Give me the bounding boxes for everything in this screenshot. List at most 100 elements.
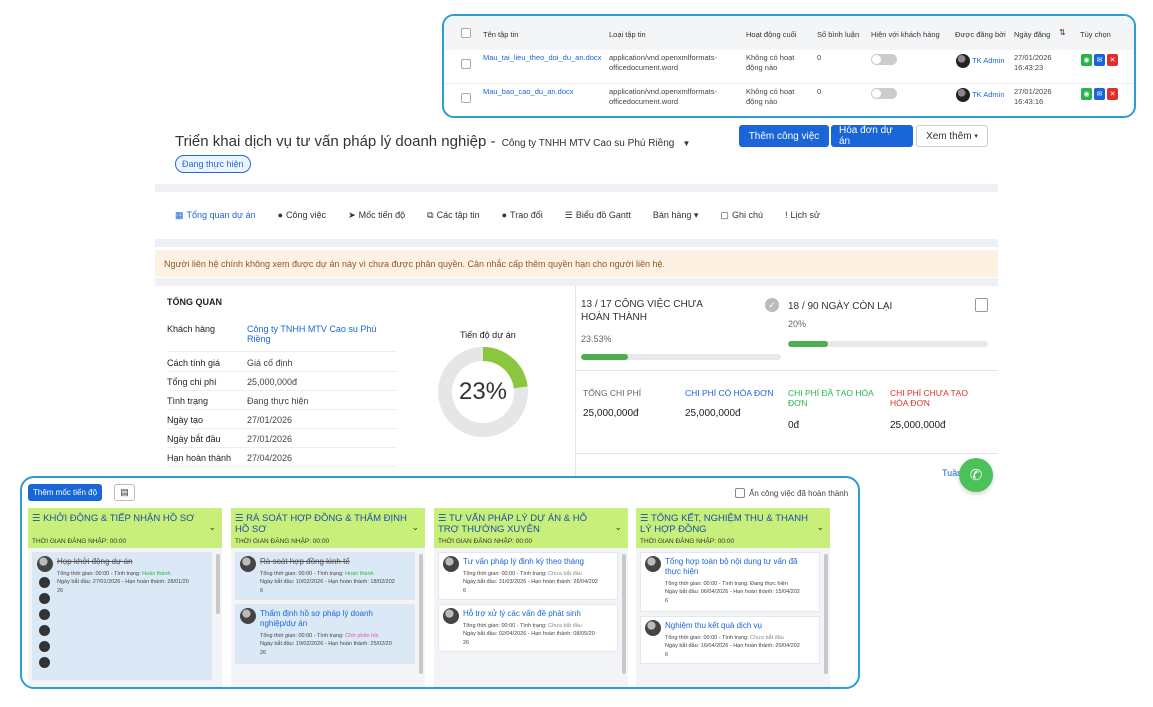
- eye-icon: ◉: [1083, 91, 1090, 98]
- task-title-link[interactable]: Họp khởi động dự án: [57, 557, 207, 567]
- tab-7[interactable]: ▢ Ghi chú: [720, 210, 763, 221]
- overview-client-link[interactable]: Công ty TNHH MTV Cao su Phú Riềng: [247, 324, 376, 351]
- check-circle-icon: ✓: [765, 298, 779, 312]
- milestone-header[interactable]: ☰ KHỞI ĐỘNG & TIẾP NHẬN HỒ SƠ ⌄ THỜI GIAN …: [28, 508, 222, 548]
- avatar: [443, 556, 459, 572]
- file-name-link[interactable]: Mau_tai_lieu_theo_doi_du_an.docx: [483, 53, 601, 63]
- task-card[interactable]: Tư vấn pháp lý định kỳ theo tháng Tổng th…: [438, 552, 618, 600]
- progress-percent: 23%: [458, 378, 508, 405]
- task-title-link[interactable]: Hỗ trợ xử lý các vấn đề phát sinh: [463, 609, 613, 619]
- mail-icon: ✉: [1096, 57, 1103, 64]
- grid-icon: ▦: [175, 209, 184, 220]
- task-card[interactable]: Tổng hợp toàn bộ nội dung tư vấn đã thực…: [640, 552, 820, 612]
- sort-icon[interactable]: ⇅: [1059, 28, 1066, 37]
- visible-to-customer-toggle[interactable]: [871, 54, 897, 65]
- scrollbar[interactable]: [419, 554, 423, 674]
- col-last-activity[interactable]: Hoạt động cuối: [746, 30, 796, 39]
- task-card[interactable]: Nghiệm thu kết quả dịch vụ Tổng thời gian…: [640, 616, 820, 664]
- chevron-down-icon[interactable]: ⌄: [411, 522, 419, 533]
- task-card[interactable]: Thẩm định hồ sơ pháp lý doanh nghiệp/dự …: [235, 604, 415, 664]
- task-title-link[interactable]: Rà soát hợp đồng kinh tế: [260, 557, 410, 567]
- divider: [155, 278, 998, 286]
- task-title-link[interactable]: Nghiệm thu kết quả dịch vụ: [665, 621, 815, 631]
- chevron-down-icon[interactable]: ⌄: [208, 522, 216, 533]
- overview-key: Khách hàng: [167, 324, 216, 334]
- tab-5[interactable]: ☰ Biểu đồ Gantt: [565, 210, 631, 221]
- col-comments[interactable]: Số bình luận: [817, 30, 859, 39]
- phone-icon: ✆: [969, 467, 983, 484]
- close-icon: ✕: [1109, 57, 1116, 64]
- tab-0[interactable]: ▦ Tổng quan dự án: [175, 210, 256, 221]
- menu-icon: ☰: [235, 513, 247, 524]
- visible-to-customer-toggle[interactable]: [871, 88, 897, 99]
- chevron-down-icon[interactable]: ⌄: [614, 522, 622, 533]
- task-title-link[interactable]: Tổng hợp toàn bộ nội dung tư vấn đã thực…: [665, 557, 815, 577]
- invoice-button[interactable]: Hóa đơn dự án: [831, 125, 913, 147]
- milestone-header[interactable]: ☰ TƯ VẤN PHÁP LÝ DỰ ÁN & HỖ TRỢ THƯỜNG X…: [434, 508, 628, 548]
- tab-label: Trao đổi: [510, 210, 543, 220]
- project-client-link[interactable]: Công ty TNHH MTV Cao su Phú Riềng: [502, 138, 675, 149]
- col-date[interactable]: Ngày đăng: [1014, 30, 1050, 39]
- scrollbar[interactable]: [824, 554, 828, 674]
- tab-label: Ghi chú: [731, 210, 763, 220]
- add-milestone-button[interactable]: Thêm mốc tiến độ: [28, 484, 103, 501]
- posted-by-link[interactable]: TK Admin: [972, 90, 1005, 100]
- add-task-button[interactable]: Thêm công việc: [739, 125, 829, 147]
- select-all-checkbox[interactable]: [461, 28, 471, 38]
- email-button[interactable]: ✉: [1094, 88, 1105, 100]
- overview-row: Ngày tạo 27/01/2026: [167, 411, 397, 429]
- delete-button[interactable]: ✕: [1107, 54, 1118, 66]
- col-file-name[interactable]: Tên tập tin: [483, 30, 518, 39]
- tab-8[interactable]: ! Lịch sử: [785, 210, 820, 220]
- row-checkbox[interactable]: [461, 93, 471, 103]
- tab-2[interactable]: ➤ Mốc tiến độ: [348, 210, 405, 221]
- days-progress-fill: [788, 341, 828, 347]
- more-dropdown-button[interactable]: Xem thêm ▾: [916, 125, 988, 147]
- task-title-link[interactable]: Thẩm định hồ sơ pháp lý doanh nghiệp/dự …: [260, 609, 410, 629]
- tab-4[interactable]: ● Trao đổi: [502, 210, 543, 220]
- tab-label: Mốc tiến độ: [358, 210, 406, 220]
- col-file-type[interactable]: Loại tập tin: [609, 30, 646, 39]
- task-status: Chưa bắt đầu: [548, 571, 582, 577]
- col-visible-to-customer[interactable]: Hiện với khách hàng: [871, 30, 940, 39]
- caret-down-icon: ▾: [974, 133, 978, 140]
- eye-icon: ◉: [1083, 57, 1090, 64]
- tab-3[interactable]: ⧉ Các tập tin: [427, 210, 479, 221]
- task-card[interactable]: Họp khởi động dự án Tổng thời gian: 00:00…: [32, 552, 212, 680]
- task-meta: Tổng thời gian: 00:00 - Tình trạng: Chưa…: [463, 571, 598, 594]
- close-icon: ✕: [1109, 91, 1116, 98]
- scrollbar[interactable]: [216, 554, 220, 614]
- view-button[interactable]: ◉: [1081, 54, 1092, 66]
- grid-view-icon[interactable]: ▤: [114, 484, 135, 501]
- col-posted-by[interactable]: Được đăng bởi: [955, 30, 1006, 39]
- overview-row-client: Khách hàng Công ty TNHH MTV Cao su Phú Ri…: [167, 324, 397, 352]
- milestone-column: ☰ RÀ SOÁT HỢP ĐỒNG & THẨM ĐỊNH HỒ SƠ ⌄ THỜ…: [231, 508, 425, 687]
- task-meta: Tổng thời gian: 00:00 - Tình trạng: Chờ …: [260, 633, 392, 656]
- file-name-link[interactable]: Mau_bao_cao_du_an.docx: [483, 87, 574, 97]
- tasks-remaining-percent: 23.53%: [581, 334, 612, 344]
- posted-by-link[interactable]: TK Admin: [972, 56, 1005, 66]
- delete-button[interactable]: ✕: [1107, 88, 1118, 100]
- cost-label: CHI PHÍ ĐÃ TẠO HÓA ĐƠN: [788, 388, 874, 409]
- hide-completed-toggle[interactable]: Ẩn công việc đã hoàn thành: [735, 488, 848, 498]
- tab-6[interactable]: Bán hàng ▾: [653, 210, 699, 221]
- phone-call-button[interactable]: ✆: [959, 458, 993, 492]
- task-card[interactable]: Hỗ trợ xử lý các vấn đề phát sinh Tổng th…: [438, 604, 618, 652]
- hide-completed-checkbox[interactable]: [735, 488, 745, 498]
- scrollbar[interactable]: [622, 554, 626, 674]
- view-button[interactable]: ◉: [1081, 88, 1092, 100]
- tab-label: Bán hàng ▾: [652, 209, 699, 220]
- row-checkbox[interactable]: [461, 59, 471, 69]
- milestone-header[interactable]: ☰ TỔNG KẾT, NGHIỆM THU & THANH LÝ HỢP ĐỒ…: [636, 508, 830, 548]
- task-title-link[interactable]: Tư vấn pháp lý định kỳ theo tháng: [463, 557, 613, 567]
- tab-1[interactable]: ● Công việc: [278, 210, 326, 220]
- milestone-header[interactable]: ☰ RÀ SOÁT HỢP ĐỒNG & THẨM ĐỊNH HỒ SƠ ⌄ THỜ…: [231, 508, 425, 548]
- caret-down-icon[interactable]: ▼: [683, 139, 691, 148]
- email-button[interactable]: ✉: [1094, 54, 1105, 66]
- milestone-time: THỜI GIAN ĐĂNG NHẬP: 00:00: [32, 538, 127, 545]
- task-card[interactable]: Rà soát hợp đồng kinh tế Tổng thời gian: …: [235, 552, 415, 600]
- menu-icon: ☰: [438, 513, 449, 524]
- overview-value: 27/01/2026: [247, 433, 293, 444]
- chevron-down-icon[interactable]: ⌄: [816, 522, 824, 533]
- file-type: application/vnd.openxmlformats-officedoc…: [609, 87, 717, 107]
